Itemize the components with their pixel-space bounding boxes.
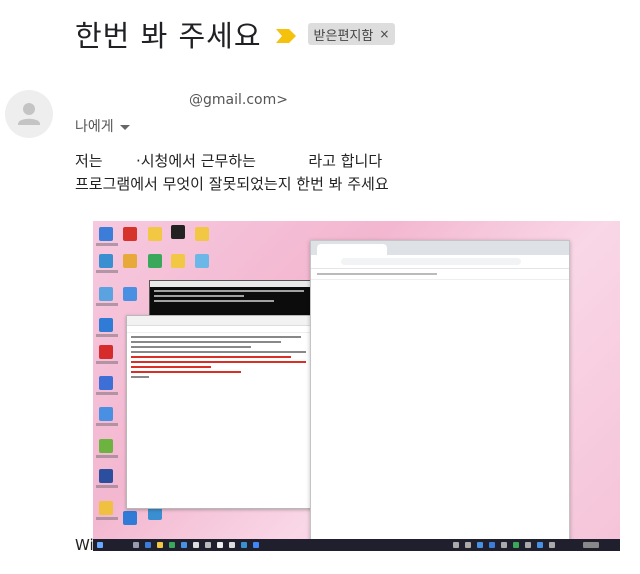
console-line: [154, 300, 274, 302]
start-icon[interactable]: [97, 542, 103, 548]
desktop-icon: [99, 345, 113, 359]
taskbar-app-icon[interactable]: [133, 542, 139, 548]
desktop-icon: [123, 287, 137, 301]
shell-error-line: [131, 371, 241, 373]
desktop-icon: [148, 227, 162, 241]
desktop-icon-label: [96, 270, 118, 273]
browser-window[interactable]: [310, 240, 570, 542]
window-titlebar: [150, 281, 320, 287]
tray-icon[interactable]: [537, 542, 543, 548]
taskbar-app-icon[interactable]: [145, 542, 151, 548]
tray-icon[interactable]: [525, 542, 531, 548]
email-body: 저는 ·시청에서 근무하는 라고 합니다 프로그램에서 무엇이 잘못되었는지 한…: [75, 150, 389, 196]
tray-icon[interactable]: [477, 542, 483, 548]
desktop-icon: [99, 407, 113, 421]
recipient-line[interactable]: 나에게: [75, 116, 130, 136]
desktop-icon: [99, 501, 113, 515]
desktop-icon: [99, 376, 113, 390]
desktop-icon-label: [96, 334, 118, 337]
chevron-down-icon[interactable]: [119, 124, 130, 130]
desktop-icon: [123, 254, 137, 268]
shell-line: [131, 351, 306, 353]
email-subject: 한번 봐 주세요: [75, 19, 262, 53]
desktop-icon: [195, 227, 209, 241]
embedded-screenshot[interactable]: [93, 221, 620, 551]
info-bar-text: [317, 273, 437, 275]
desktop-icon: [171, 225, 185, 239]
windows-taskbar: [93, 539, 620, 551]
desktop-icon-label: [96, 455, 118, 458]
taskbar-app-icon[interactable]: [217, 542, 223, 548]
shell-error-line: [131, 356, 291, 358]
tray-icon[interactable]: [489, 542, 495, 548]
address-bar[interactable]: [341, 258, 521, 265]
tray-icon[interactable]: [453, 542, 459, 548]
tray-icon[interactable]: [465, 542, 471, 548]
importance-marker-icon[interactable]: [275, 29, 296, 43]
desktop-icon-label: [96, 517, 118, 520]
desktop-icon: [99, 469, 113, 483]
desktop-icon: [148, 254, 162, 268]
window-titlebar: [127, 316, 317, 326]
desktop-icon-label: [96, 392, 118, 395]
desktop-icon: [171, 254, 185, 268]
shell-error-line: [131, 361, 306, 363]
console-line: [154, 290, 304, 292]
tray-clock[interactable]: [583, 542, 599, 548]
desktop-icon: [123, 227, 137, 241]
browser-info-bar: [311, 269, 569, 280]
sender-avatar: [5, 90, 53, 138]
shell-error-line: [131, 366, 211, 368]
desktop-icon-label: [96, 423, 118, 426]
taskbar-app-icon[interactable]: [157, 542, 163, 548]
desktop-icon: [123, 511, 137, 525]
body-line-1: 저는 ·시청에서 근무하는 라고 합니다: [75, 152, 383, 170]
desktop-icon: [99, 439, 113, 453]
desktop-icon-label: [96, 361, 118, 364]
taskbar-app-icon[interactable]: [193, 542, 199, 548]
inbox-label-chip: 받은편지함 ×: [307, 23, 396, 45]
shell-prompt-line: [131, 376, 149, 378]
window-menubar: [127, 326, 317, 333]
desktop-icon: [99, 287, 113, 301]
tray-icon[interactable]: [513, 542, 519, 548]
desktop-icon: [195, 254, 209, 268]
python-shell-window[interactable]: [126, 315, 318, 509]
browser-tab[interactable]: [317, 244, 387, 255]
taskbar-app-icon[interactable]: [169, 542, 175, 548]
taskbar-app-icon[interactable]: [253, 542, 259, 548]
person-icon: [18, 103, 40, 125]
desktop-icon: [99, 254, 113, 268]
taskbar-app-icon[interactable]: [241, 542, 247, 548]
desktop-icon-label: [96, 303, 118, 306]
desktop-icon-label: [96, 243, 118, 246]
desktop-icon: [99, 318, 113, 332]
body-trailing-text: Wi: [75, 536, 94, 554]
browser-toolbar: [311, 255, 569, 269]
desktop-icon: [99, 227, 113, 241]
inbox-label-text: 받은편지함: [313, 28, 374, 44]
subject-row: 한번 봐 주세요 받은편지함 ×: [75, 14, 396, 54]
tray-icon[interactable]: [549, 542, 555, 548]
taskbar-app-icon[interactable]: [229, 542, 235, 548]
tray-icon[interactable]: [501, 542, 507, 548]
console-line: [154, 295, 244, 297]
body-line-2: 프로그램에서 무엇이 잘못되었는지 한번 봐 주세요: [75, 175, 389, 193]
taskbar-app-icon[interactable]: [181, 542, 187, 548]
desktop-icon-label: [96, 485, 118, 488]
shell-line: [131, 336, 301, 338]
recipient-text: 나에게: [75, 119, 114, 135]
taskbar-app-icon[interactable]: [205, 542, 211, 548]
remove-label-button[interactable]: ×: [379, 27, 389, 41]
shell-line: [131, 341, 281, 343]
sender-email: @gmail.com>: [189, 92, 288, 108]
shell-line: [131, 346, 251, 348]
browser-tab-strip: [311, 241, 569, 255]
